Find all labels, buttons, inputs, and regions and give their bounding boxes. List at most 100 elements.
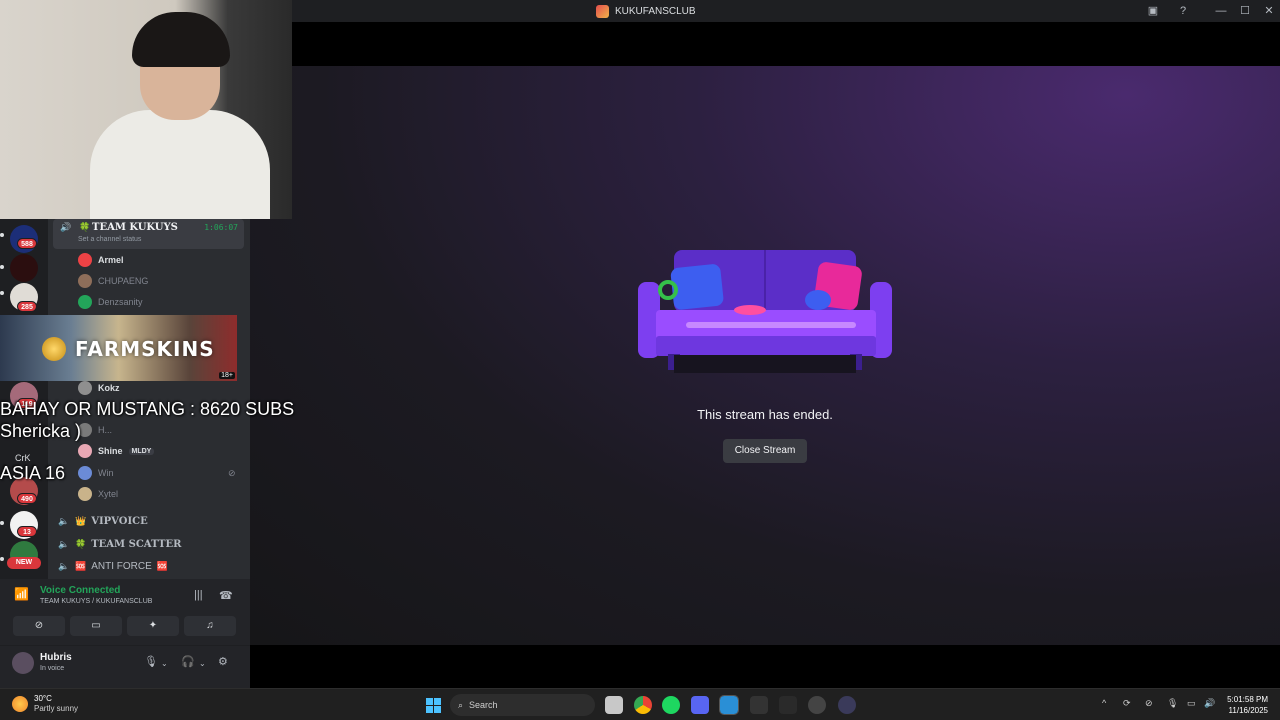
voice-location[interactable]: TEAM KUKUYS / KUKUFANSCLUB xyxy=(40,598,152,605)
ad-text: FARMSKINS xyxy=(75,337,215,361)
search-placeholder: Search xyxy=(469,700,498,710)
chrome-icon[interactable] xyxy=(634,696,652,714)
close-icon[interactable]: ✕ xyxy=(1261,3,1277,19)
channel-name: TEAM SCATTER xyxy=(91,538,182,550)
avatar xyxy=(78,487,92,501)
server-icon-crk[interactable]: CrK xyxy=(15,453,31,463)
speaker-icon: 🔈 xyxy=(58,561,70,571)
avatar[interactable] xyxy=(12,652,34,674)
gear-icon[interactable]: ⚙ xyxy=(218,655,228,668)
file-explorer-icon[interactable] xyxy=(605,696,623,714)
minimize-icon[interactable]: — xyxy=(1213,3,1229,19)
voice-member[interactable]: Denzsanity xyxy=(78,292,143,312)
stream-viewport xyxy=(250,66,1280,645)
close-stream-button[interactable]: Close Stream xyxy=(723,439,807,463)
time: 5:01:58 PM xyxy=(1227,695,1268,704)
chevron-up-icon[interactable]: ^ xyxy=(1102,698,1106,708)
channel-name: TEAM KUKUYS xyxy=(92,222,178,233)
voice-member[interactable]: Win xyxy=(78,463,114,483)
search-icon: ⌕ xyxy=(458,699,464,710)
help-icon[interactable]: ? xyxy=(1175,3,1191,19)
avatar xyxy=(78,274,92,288)
avatar xyxy=(78,253,92,267)
windows-start-icon[interactable] xyxy=(426,698,441,713)
app-icon-y2[interactable] xyxy=(779,696,797,714)
voice-member[interactable]: Armel xyxy=(78,250,124,270)
voice-member[interactable]: Kokz xyxy=(78,378,120,398)
weather-widget[interactable]: 30°C Partly sunny xyxy=(12,694,78,714)
voice-channel-team-kukuys[interactable]: 🔊 🍀 TEAM KUKUYS 1:06:07 Set a channel st… xyxy=(53,219,244,249)
signal-icon[interactable]: 📶 xyxy=(14,587,29,601)
noise-suppression-icon[interactable]: ||| xyxy=(194,589,203,601)
voice-connected-label[interactable]: Voice Connected xyxy=(40,585,120,596)
sync-icon[interactable]: ⟳ xyxy=(1123,698,1131,709)
server-icon-tgl-red[interactable] xyxy=(10,254,38,282)
clock[interactable]: 5:01:58 PM 11/16/2025 xyxy=(1227,694,1268,716)
voice-channel-vipvoice[interactable]: 🔈 👑 VIPVOICE xyxy=(58,511,148,531)
voice-member[interactable]: Shine MLDY xyxy=(78,441,155,461)
inbox-icon[interactable]: ▣ xyxy=(1145,3,1161,19)
windows-taskbar: 30°C Partly sunny ⌕ Search ^ ⟳ ⊘ 🎙 ▭ 🔊 5… xyxy=(0,688,1280,720)
weather-condition: Partly sunny xyxy=(34,704,79,713)
soundboard-icon[interactable]: ♫ xyxy=(184,616,236,636)
avatar xyxy=(78,444,92,458)
server-logo-icon xyxy=(596,4,609,18)
voice-member[interactable]: Xytel xyxy=(78,484,118,504)
member-tag: MLDY xyxy=(128,447,155,455)
microphone-tray-icon[interactable]: 🎙 xyxy=(1167,698,1178,709)
active-app-icon[interactable] xyxy=(719,695,739,715)
mention-badge: 285 xyxy=(17,301,37,312)
farmskins-ad-banner[interactable]: FARMSKINS 18+ xyxy=(0,315,237,381)
temperature: 30°C xyxy=(34,694,52,703)
chevron-down-icon[interactable]: ⌄ xyxy=(161,659,168,668)
coin-icon xyxy=(42,337,66,361)
speaker-icon: 🔈 xyxy=(58,516,70,526)
stream-header xyxy=(292,22,1280,66)
activities-icon[interactable]: ✦ xyxy=(127,616,179,636)
voice-channel-team-scatter[interactable]: 🔈 🍀 TEAM SCATTER xyxy=(58,534,181,554)
taskbar-search[interactable]: ⌕ Search xyxy=(450,694,595,716)
microphone-icon[interactable]: 🎙 xyxy=(144,655,158,668)
voice-channel-anti-force[interactable]: 🔈 🆘 ANTI FORCE 🆘 xyxy=(58,556,168,576)
app-icon-y[interactable] xyxy=(750,696,768,714)
voice-member[interactable]: CHUPAENG xyxy=(78,271,148,291)
window-title: KUKUFANSCLUB xyxy=(596,4,696,18)
discord-icon[interactable] xyxy=(691,696,709,714)
username[interactable]: Hubris xyxy=(40,652,72,663)
unread-dot xyxy=(0,233,4,237)
channel-emoji: 🍀 xyxy=(75,538,87,549)
age-rating-badge: 18+ xyxy=(219,372,235,379)
disconnect-icon[interactable]: ☎ xyxy=(219,589,233,602)
deafened-icon: ⊘ xyxy=(228,468,236,478)
member-name: CHUPAENG xyxy=(98,276,149,286)
unread-dot xyxy=(0,521,4,525)
app-icon-steam[interactable] xyxy=(808,696,826,714)
volume-icon[interactable]: 🔊 xyxy=(1204,698,1215,709)
overlay-sub-goal-text: BAHAY OR MUSTANG : 8620 SUBS xyxy=(0,399,295,419)
chevron-down-icon[interactable]: ⌄ xyxy=(199,659,206,668)
app-icon-arrow[interactable] xyxy=(838,696,856,714)
overlay-rank-text: ASIA 16 xyxy=(0,463,66,483)
member-name: Win xyxy=(98,468,114,478)
spotify-icon[interactable] xyxy=(662,696,680,714)
channel-emoji: 👑 xyxy=(75,515,87,526)
voice-member[interactable]: H... xyxy=(78,420,112,440)
overlay-name-text: Shericka ) xyxy=(0,421,82,441)
stream-footer xyxy=(250,645,1280,688)
date: 11/16/2025 xyxy=(1228,706,1268,715)
network-icon[interactable]: ⊘ xyxy=(1145,698,1153,709)
mention-badge: 13 xyxy=(17,526,37,537)
channel-status-input[interactable]: Set a channel status xyxy=(78,236,141,243)
member-name: Armel xyxy=(98,255,124,265)
headphones-icon[interactable]: 🎧 xyxy=(181,655,195,668)
member-name: Denzsanity xyxy=(98,297,143,307)
screen-share-icon[interactable]: ▭ xyxy=(70,616,122,636)
camera-off-icon[interactable]: ⊘ xyxy=(13,616,65,636)
avatar xyxy=(78,466,92,480)
member-name: Xytel xyxy=(98,489,119,499)
display-icon[interactable]: ▭ xyxy=(1187,698,1196,709)
maximize-icon[interactable]: ☐ xyxy=(1237,3,1253,19)
unread-dot xyxy=(0,557,4,561)
window-title-text: KUKUFANSCLUB xyxy=(615,5,696,17)
couch-icon xyxy=(638,250,892,373)
